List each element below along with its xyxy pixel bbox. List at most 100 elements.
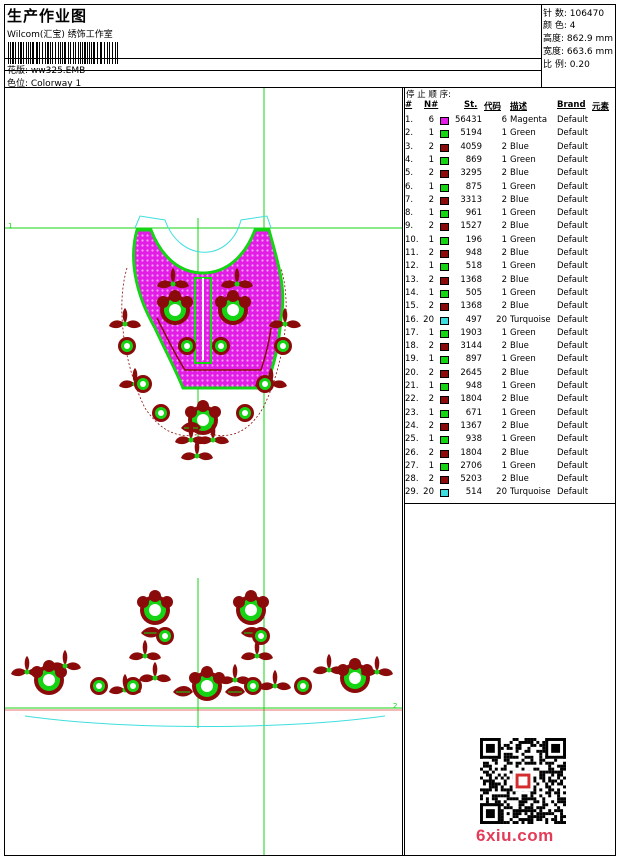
color-swatch xyxy=(440,156,449,165)
color-code: 1 xyxy=(501,181,507,192)
color-code: 2 xyxy=(501,274,507,285)
table-row: 11. 2 948 2 Blue Default xyxy=(404,248,615,261)
color-code: 2 xyxy=(501,141,507,152)
color-code: 2 xyxy=(501,420,507,431)
color-swatch xyxy=(440,117,449,125)
color-swatch xyxy=(440,196,449,205)
col-header-needle: N# xyxy=(424,100,439,110)
thread-brand: Default xyxy=(557,154,589,165)
needle-number: 2 xyxy=(428,301,434,312)
color-description: Green xyxy=(510,381,536,391)
design-height: 高度: 862.9 mm xyxy=(543,34,614,44)
thread-brand: Default xyxy=(557,287,589,298)
col-header-stitches: St. xyxy=(464,100,478,110)
color-swatch xyxy=(440,250,449,258)
color-code: 1 xyxy=(501,434,507,445)
color-code: 1 xyxy=(501,208,507,219)
stop-number: 22. xyxy=(405,394,419,405)
thread-brand: Default xyxy=(557,474,589,485)
needle-number: 2 xyxy=(428,447,434,458)
needle-number: 2 xyxy=(428,141,434,152)
color-swatch xyxy=(440,236,449,245)
stitch-count: 1903 xyxy=(460,327,482,338)
color-description: Green xyxy=(510,354,536,365)
stop-number: 27. xyxy=(405,460,419,471)
stop-number: 2. xyxy=(405,128,414,139)
table-row: 6. 1 875 1 Green Default xyxy=(404,182,615,195)
color-description: Green xyxy=(510,128,536,139)
needle-number: 2 xyxy=(428,474,434,485)
needle-number: 20 xyxy=(423,314,434,325)
stitch-count: 5203 xyxy=(460,474,482,485)
thread-brand: Default xyxy=(557,141,589,152)
stitch-count: 938 xyxy=(465,434,482,445)
thread-brand: Default xyxy=(557,314,589,325)
needle-number: 1 xyxy=(428,128,434,139)
color-description: Blue xyxy=(510,194,529,205)
needle-number: 1 xyxy=(428,407,434,418)
design-scale: 比 例: 0.20 xyxy=(543,60,590,70)
color-description: Green xyxy=(510,407,536,418)
thread-brand: Default xyxy=(557,327,589,338)
color-description: Magenta xyxy=(510,115,548,125)
color-code: 1 xyxy=(501,154,507,165)
watermark: 6xiu.com xyxy=(476,826,554,845)
col-header-code: 代码 xyxy=(484,102,502,112)
thread-brand: Default xyxy=(557,460,589,471)
table-row: 9. 2 1527 2 Blue Default xyxy=(404,221,615,234)
color-description: Turquoise xyxy=(510,314,551,325)
color-description: Blue xyxy=(510,274,529,285)
needle-number: 1 xyxy=(428,327,434,338)
stitch-count: 3313 xyxy=(460,194,482,205)
stitch-count: 4059 xyxy=(460,141,482,152)
color-description: Blue xyxy=(510,341,529,352)
stop-number: 1. xyxy=(405,115,414,125)
stitch-count: 1367 xyxy=(460,420,482,431)
stop-number: 13. xyxy=(405,274,419,285)
thread-brand: Default xyxy=(557,447,589,458)
thread-brand: Default xyxy=(557,367,589,378)
color-code: 1 xyxy=(501,287,507,298)
needle-number: 2 xyxy=(428,420,434,431)
stitch-count: 948 xyxy=(465,381,482,391)
table-row: 10. 1 196 1 Green Default xyxy=(404,235,615,248)
stitch-count: 518 xyxy=(465,261,482,272)
color-description: Green xyxy=(510,261,536,272)
stop-number: 5. xyxy=(405,168,414,179)
color-description: Blue xyxy=(510,474,529,485)
stop-number: 16. xyxy=(405,314,419,325)
stitch-count: 1804 xyxy=(460,447,482,458)
color-description: Blue xyxy=(510,447,529,458)
thread-brand: Default xyxy=(557,261,589,272)
table-row: 3. 2 4059 2 Blue Default xyxy=(404,142,615,155)
color-swatch xyxy=(440,383,449,391)
color-code: 1 xyxy=(501,407,507,418)
color-code: 1 xyxy=(501,460,507,471)
table-row: 24. 2 1367 2 Blue Default xyxy=(404,421,615,434)
color-description: Green xyxy=(510,181,536,192)
color-description: Blue xyxy=(510,420,529,431)
stop-number: 4. xyxy=(405,154,414,165)
table-row: 7. 2 3313 2 Blue Default xyxy=(404,195,615,208)
color-description: Green xyxy=(510,208,536,219)
color-code: 20 xyxy=(496,487,507,498)
stitch-count: 961 xyxy=(465,208,482,219)
color-swatch xyxy=(440,409,449,418)
color-description: Blue xyxy=(510,168,529,179)
color-description: Green xyxy=(510,460,536,471)
color-swatch xyxy=(440,223,449,232)
color-code: 2 xyxy=(501,221,507,232)
stop-number: 8. xyxy=(405,208,414,219)
stop-number: 25. xyxy=(405,434,419,445)
stop-number: 26. xyxy=(405,447,419,458)
color-description: Blue xyxy=(510,141,529,152)
svg-text:1: 1 xyxy=(8,222,12,230)
color-count: 颜 色: 4 xyxy=(543,21,576,31)
table-row: 5. 2 3295 2 Blue Default xyxy=(404,168,615,181)
color-code: 2 xyxy=(501,447,507,458)
color-description: Turquoise xyxy=(510,487,551,498)
stitch-count: 948 xyxy=(465,248,482,258)
thread-brand: Default xyxy=(557,354,589,365)
color-swatch xyxy=(440,436,449,445)
stop-number: 9. xyxy=(405,221,414,232)
